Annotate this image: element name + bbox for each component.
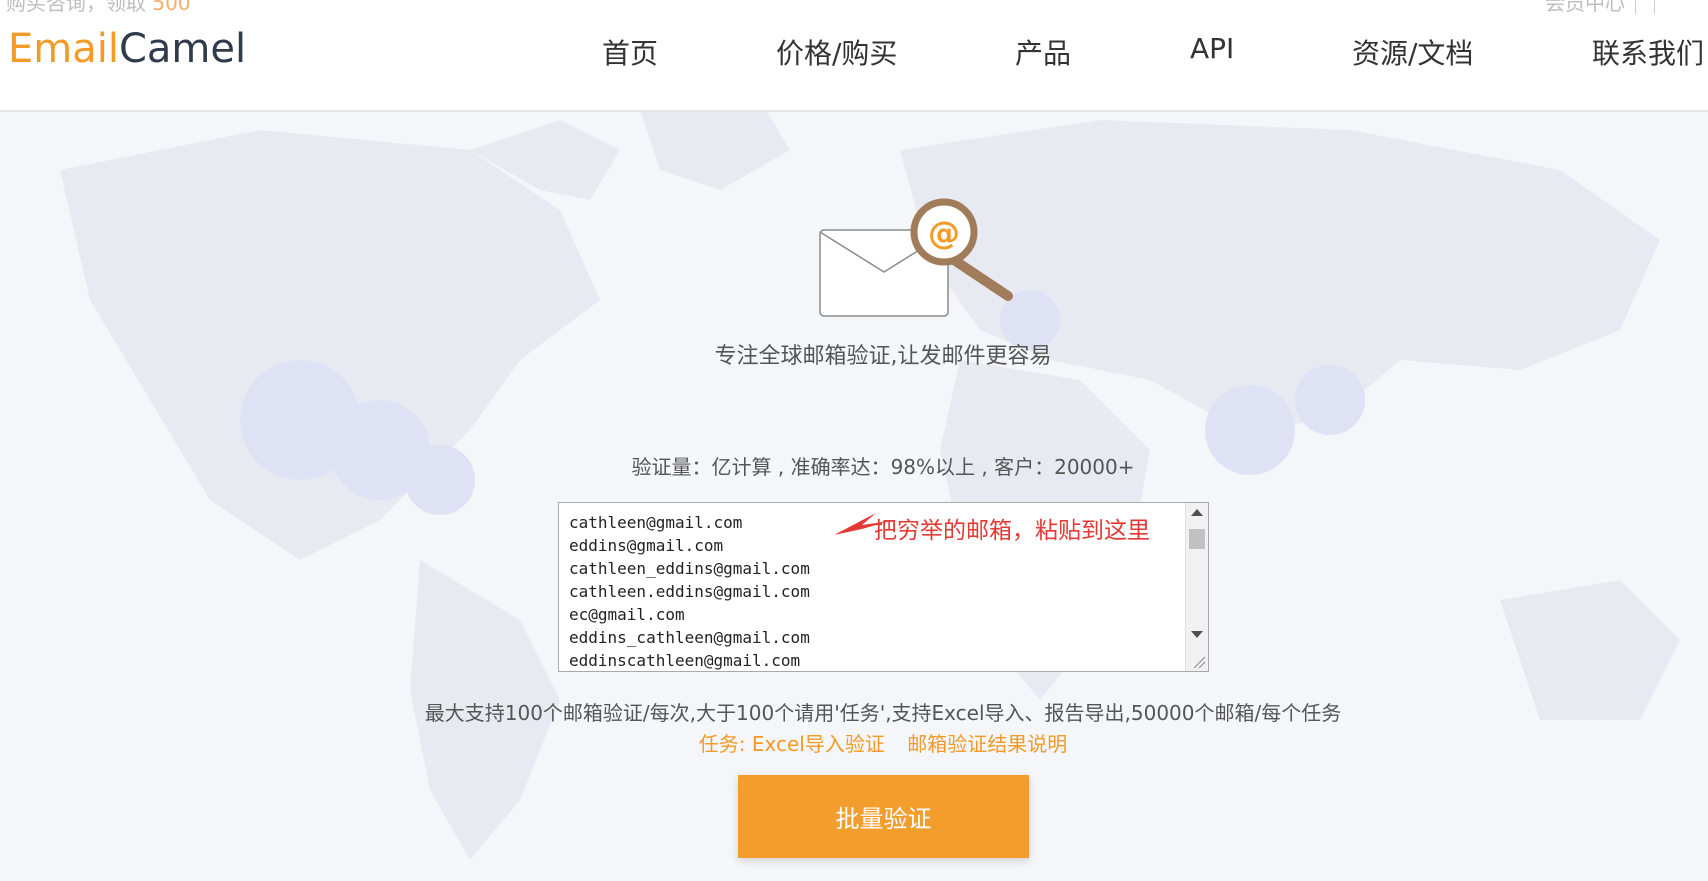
nav-products[interactable]: 产品 <box>1015 32 1071 72</box>
envelope-magnifier-icon: @ <box>818 196 1018 326</box>
email-line: ec@gmail.com <box>569 605 685 624</box>
svg-text:@: @ <box>928 214 960 252</box>
result-explain-link[interactable]: 邮箱验证结果说明 <box>907 732 1067 756</box>
task-excel-link[interactable]: 任务: Excel导入验证 <box>699 732 885 756</box>
nav-pricing[interactable]: 价格/购买 <box>776 32 897 72</box>
site-header: EmailCamel 首页 价格/购买 产品 API 资源/文档 联系我们 <box>0 0 1708 112</box>
email-list: cathleen@gmail.com eddins@gmail.com cathle… <box>569 511 810 672</box>
info-links: 任务: Excel导入验证 邮箱验证结果说明 <box>0 728 1708 757</box>
nav-contact[interactable]: 联系我们 <box>1592 32 1704 72</box>
resize-grip-icon[interactable] <box>1192 655 1206 669</box>
textarea-scrollbar[interactable] <box>1185 503 1208 671</box>
nav-resources[interactable]: 资源/文档 <box>1352 32 1473 72</box>
scroll-up-arrow-icon[interactable] <box>1191 509 1203 516</box>
email-line: cathleen@gmail.com <box>569 513 743 532</box>
email-line: cathleen.eddins@gmail.com <box>569 582 810 601</box>
member-center-link[interactable]: 会员中心 <box>1545 0 1655 14</box>
email-line: cathleen_eddins@gmail.com <box>569 559 810 578</box>
email-line: eddinscathleen@gmail.com <box>569 651 801 670</box>
nav-api[interactable]: API <box>1190 32 1234 65</box>
paste-annotation: 把穷举的邮箱，粘贴到这里 <box>874 518 1150 544</box>
email-line: eddins@gmail.com <box>569 536 724 555</box>
logo[interactable]: EmailCamel <box>8 26 246 72</box>
stats-text: 验证量：亿计算 , 准确率达：98%以上 , 客户：20000+ <box>631 455 1135 479</box>
scroll-thumb[interactable] <box>1189 529 1205 549</box>
usage-note: 最大支持100个邮箱验证/每次,大于100个请用'任务',支持Excel导入、报… <box>424 701 1342 725</box>
email-line: eddins_cathleen@gmail.com <box>569 628 810 647</box>
top-info-strip: 购买咨询，领取 500 会员中心 <box>0 0 1708 14</box>
scroll-down-arrow-icon[interactable] <box>1191 631 1203 638</box>
batch-verify-button[interactable]: 批量验证 <box>738 775 1029 858</box>
nav-home[interactable]: 首页 <box>602 32 658 72</box>
promo-text[interactable]: 购买咨询，领取 500 <box>6 0 191 14</box>
tagline: 专注全球邮箱验证,让发邮件更容易 <box>714 344 1052 369</box>
